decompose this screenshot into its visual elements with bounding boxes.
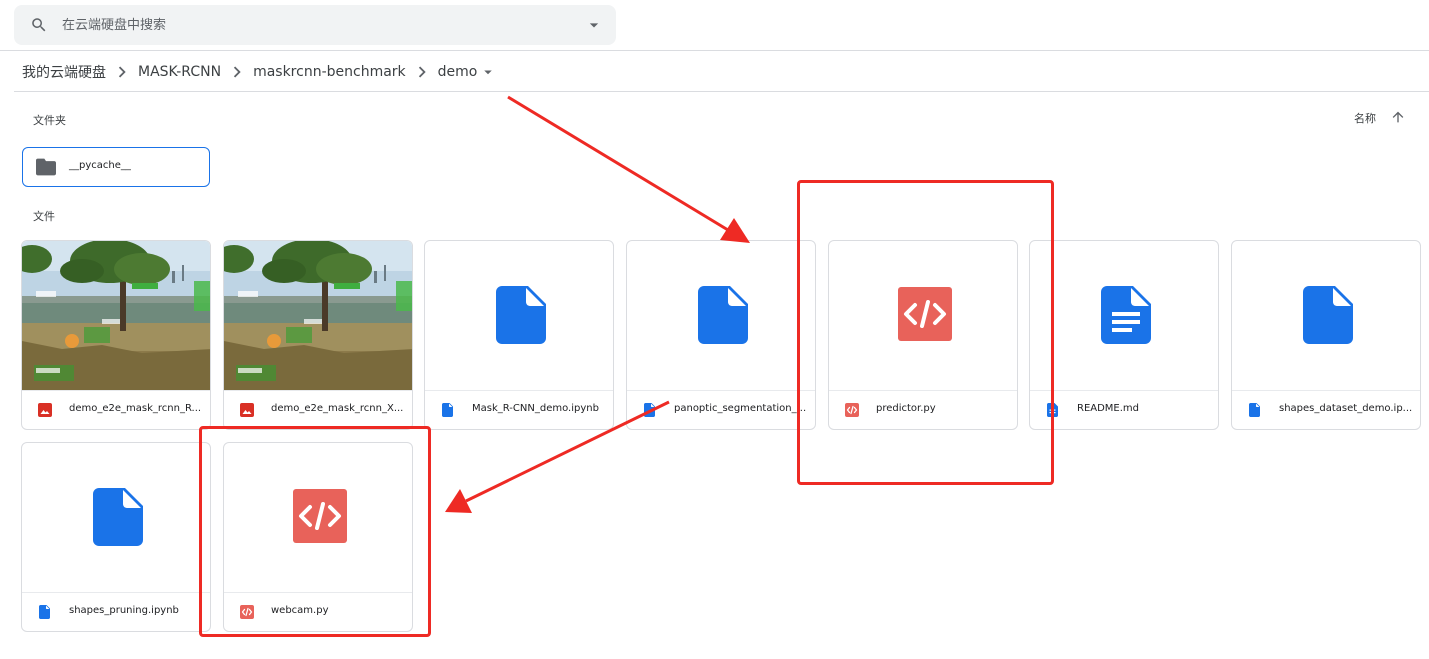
file-card-panoptic[interactable]: panoptic_segmentation_... (626, 240, 816, 430)
file-name: Mask_R-CNN_demo.ipynb (472, 403, 599, 414)
file-card-webcam[interactable]: webcam.py (223, 442, 413, 632)
chevron-right-icon (418, 66, 426, 78)
breadcrumb-divider (14, 91, 1429, 92)
folders-section-label: 文件夹 (33, 114, 66, 127)
card-footer: shapes_pruning.ipynb (22, 592, 210, 632)
file-icon (1303, 286, 1353, 344)
card-footer: demo_e2e_mask_rcnn_X... (224, 390, 412, 430)
file-name: README.md (1077, 403, 1140, 414)
caret-down-icon[interactable] (584, 15, 604, 35)
card-footer: README.md (1030, 390, 1218, 430)
chevron-right-icon (233, 66, 241, 78)
file-name: shapes_dataset_demo.ip... (1279, 403, 1413, 414)
file-icon (1248, 403, 1262, 417)
files-section-label: 文件 (33, 210, 55, 223)
caret-down-icon[interactable] (479, 63, 497, 81)
search-bar[interactable] (14, 5, 616, 45)
file-icon (441, 403, 455, 417)
breadcrumb-my-drive[interactable]: 我的云端硬盘 (22, 62, 106, 82)
document-icon (1046, 403, 1060, 417)
code-file-icon (293, 489, 347, 543)
card-footer: webcam.py (224, 592, 412, 632)
header-divider (0, 50, 1429, 51)
chevron-right-icon (118, 66, 126, 78)
code-file-icon (845, 403, 859, 417)
code-file-icon (898, 287, 952, 341)
folder-icon (36, 158, 56, 176)
search-icon[interactable] (30, 16, 48, 34)
search-input[interactable] (62, 5, 562, 45)
image-thumbnail (22, 241, 211, 390)
file-icon (38, 605, 52, 619)
file-icon (643, 403, 657, 417)
image-thumbnail (224, 241, 413, 390)
file-card-predictor[interactable]: predictor.py (828, 240, 1018, 430)
folder-name: __pycache__ (69, 160, 131, 171)
file-icon (93, 488, 143, 546)
arrow-up-icon[interactable] (1390, 109, 1406, 125)
file-name: demo_e2e_mask_rcnn_R... (69, 403, 202, 414)
annotation-arrow-line (507, 95, 729, 232)
file-card-shapes-pruning[interactable]: shapes_pruning.ipynb (21, 442, 211, 632)
document-icon (1101, 286, 1151, 344)
image-file-icon (240, 403, 254, 417)
annotation-arrowhead (445, 489, 472, 513)
card-footer: shapes_dataset_demo.ip... (1232, 390, 1420, 430)
file-icon (496, 286, 546, 344)
file-icon (698, 286, 748, 344)
file-name: predictor.py (876, 403, 936, 414)
file-card-shapes-dataset[interactable]: shapes_dataset_demo.ip... (1231, 240, 1421, 430)
breadcrumb: 我的云端硬盘 MASK-RCNN maskrcnn-benchmark demo (22, 60, 497, 84)
file-name: panoptic_segmentation_... (674, 403, 807, 414)
file-name: webcam.py (271, 605, 329, 616)
breadcrumb-demo[interactable]: demo (438, 64, 478, 80)
card-footer: Mask_R-CNN_demo.ipynb (425, 390, 613, 430)
code-file-icon (240, 605, 254, 619)
card-footer: demo_e2e_mask_rcnn_R... (22, 390, 210, 430)
card-footer: panoptic_segmentation_... (627, 390, 815, 430)
card-footer: predictor.py (829, 390, 1017, 430)
sort-label[interactable]: 名称 (1354, 110, 1376, 126)
folder-pycache[interactable]: __pycache__ (22, 147, 210, 187)
file-name: shapes_pruning.ipynb (69, 605, 179, 616)
breadcrumb-mask-rcnn[interactable]: MASK-RCNN (138, 64, 221, 80)
breadcrumb-benchmark[interactable]: maskrcnn-benchmark (253, 64, 406, 80)
file-name: demo_e2e_mask_rcnn_X... (271, 403, 404, 414)
file-card-demo-r[interactable]: demo_e2e_mask_rcnn_R... (21, 240, 211, 430)
file-card-demo-x[interactable]: demo_e2e_mask_rcnn_X... (223, 240, 413, 430)
file-card-mask-rcnn-demo[interactable]: Mask_R-CNN_demo.ipynb (424, 240, 614, 430)
image-file-icon (38, 403, 52, 417)
file-card-readme[interactable]: README.md (1029, 240, 1219, 430)
